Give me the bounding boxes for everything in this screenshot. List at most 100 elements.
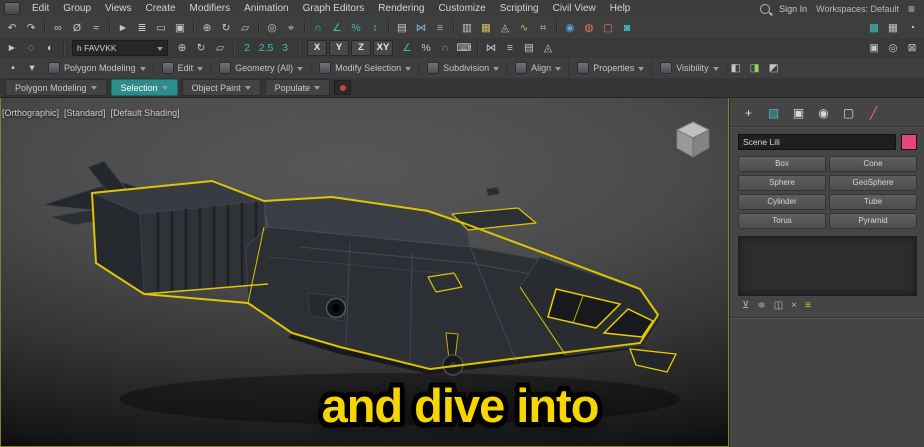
angle-snap-toggle-icon[interactable]: ∠ [398, 40, 416, 56]
select-manipulate-icon[interactable]: ⌖ [282, 20, 300, 36]
object-type-button[interactable]: GeoSphere [829, 175, 917, 191]
ribbon-group-button[interactable]: Properties [570, 60, 653, 76]
grid-icon[interactable]: ▦ [884, 20, 902, 36]
separator[interactable] [477, 41, 478, 55]
ribbon-display-icon[interactable]: ◧ [727, 60, 745, 76]
axis-constraint-button[interactable]: Y [329, 40, 349, 56]
menu-item[interactable]: Views [98, 3, 139, 14]
menu-item[interactable]: Animation [237, 3, 295, 14]
ribbon-group-button[interactable]: Edit [155, 60, 212, 76]
user-account-icon[interactable]: ◔ [903, 20, 921, 36]
lock-selection-icon[interactable]: ⊠ [903, 40, 921, 56]
redo-icon[interactable]: ↷ [22, 20, 40, 36]
named-selection-combo[interactable]: h FAVVKK [72, 40, 168, 56]
paint-selection-icon[interactable]: ◐ [41, 40, 59, 56]
separator[interactable] [233, 41, 234, 55]
menu-item[interactable]: Group [56, 3, 98, 14]
menu-item[interactable]: Rendering [371, 3, 431, 14]
sign-in-button[interactable]: Sign In [779, 4, 807, 14]
separator[interactable] [193, 21, 194, 34]
help-cube-icon[interactable]: ▩ [865, 20, 883, 36]
percent-snap-toggle-icon[interactable]: % [417, 40, 435, 56]
ribbon-group-button[interactable]: Align [508, 60, 570, 76]
snap-25d-icon[interactable]: 2.5 [257, 40, 275, 56]
object-type-button[interactable]: Tube [829, 194, 917, 210]
motion-tab-icon[interactable]: ◉ [815, 106, 832, 121]
separator[interactable] [304, 21, 305, 34]
axis-constraint-button[interactable]: XY [373, 40, 393, 56]
material-editor-icon[interactable]: ◉ [561, 20, 579, 36]
separator[interactable] [109, 21, 110, 34]
window-crossing-icon[interactable]: ▣ [171, 20, 189, 36]
select-object-icon[interactable]: ► [114, 20, 132, 36]
use-pivot-center-icon[interactable]: ◎ [263, 20, 281, 36]
percent-snap-icon[interactable]: % [347, 20, 365, 36]
select-move-icon[interactable]: ⊕ [198, 20, 216, 36]
separator[interactable] [453, 21, 454, 34]
select-by-name-icon[interactable]: ≣ [133, 20, 151, 36]
align-icon[interactable]: ≡ [431, 20, 449, 36]
object-type-button[interactable]: Cone [829, 156, 917, 172]
object-type-button[interactable]: Cylinder [738, 194, 826, 210]
ribbon-group-button[interactable]: Visibility [653, 60, 727, 76]
axis-constraint-button[interactable]: Z [351, 40, 371, 56]
menu-item[interactable]: Modifiers [183, 3, 238, 14]
select-rotate-icon[interactable]: ↻ [217, 20, 235, 36]
mirror-icon[interactable]: ⋈ [412, 20, 430, 36]
object-type-button[interactable]: Sphere [738, 175, 826, 191]
menu-item[interactable]: Scripting [493, 3, 546, 14]
graphite-tools-icon[interactable]: ◬ [539, 40, 557, 56]
angle-snap-icon[interactable]: ∠ [328, 20, 346, 36]
remove-modifier-icon[interactable]: × [791, 300, 797, 311]
record-icon[interactable] [334, 80, 352, 95]
menu-item[interactable]: Customize [431, 3, 492, 14]
menu-item[interactable]: Graph Editors [296, 3, 372, 14]
ribbon-group-button[interactable]: Modify Selection [312, 60, 420, 76]
ribbon-group-button[interactable]: Polygon Modeling [41, 60, 154, 76]
viewport-label-token[interactable]: [Default Shading] [111, 108, 180, 118]
show-end-result-icon[interactable]: ≑ [757, 300, 765, 311]
object-name-field[interactable] [738, 134, 896, 150]
viewport-label-token[interactable]: [Standard] [64, 108, 106, 118]
isolate-selection-icon[interactable]: ◎ [884, 40, 902, 56]
hierarchy-tab-icon[interactable]: ▣ [790, 106, 807, 121]
menu-item[interactable]: Create [139, 3, 183, 14]
viewport[interactable]: [Orthographic] [Standard] [Default Shading… [0, 97, 729, 447]
object-type-button[interactable]: Torus [738, 213, 826, 229]
modifier-stack-box[interactable] [738, 236, 917, 296]
ribbon-tab[interactable]: Populate [264, 79, 331, 96]
ribbon-tab[interactable]: Object Paint [181, 79, 261, 96]
spinner-snap-icon[interactable]: ↕ [366, 20, 384, 36]
separator[interactable] [556, 21, 557, 34]
magnet-snap-icon[interactable]: ∩ [436, 40, 454, 56]
utilities-tab-icon[interactable]: ╱ [865, 106, 882, 121]
bind-spacewarp-icon[interactable]: ≈ [87, 20, 105, 36]
snap-2d-icon[interactable]: 2 [238, 40, 256, 56]
separator[interactable] [63, 41, 64, 55]
curve-editor-icon[interactable]: ∿ [515, 20, 533, 36]
select-link-icon[interactable]: ∞ [49, 20, 67, 36]
view-cube[interactable] [673, 119, 713, 161]
render-setup-icon[interactable]: ◍ [580, 20, 598, 36]
scale-tool-icon[interactable]: ▱ [211, 40, 229, 56]
move-tool-icon[interactable]: ⊕ [173, 40, 191, 56]
undo-icon[interactable]: ↶ [3, 20, 21, 36]
unlink-icon[interactable]: Ø [68, 20, 86, 36]
snap-toggle-icon[interactable]: ∩ [309, 20, 327, 36]
scene-explorer-icon[interactable]: ▥ [458, 20, 476, 36]
modify-tab-icon[interactable]: ▧ [765, 106, 782, 121]
ribbon-tab[interactable]: Selection [110, 79, 178, 96]
rotate-tool-icon[interactable]: ↻ [192, 40, 210, 56]
search-icon[interactable] [760, 3, 771, 14]
axis-constraint-button[interactable]: X [307, 40, 327, 56]
ribbon-group-button[interactable]: Geometry (All) [212, 60, 312, 76]
snap-3d-icon[interactable]: 3 [276, 40, 294, 56]
ribbon-help-icon[interactable]: ◩ [765, 60, 783, 76]
align-tool-icon[interactable]: ≡ [501, 40, 519, 56]
rectangular-selection-icon[interactable]: ▭ [152, 20, 170, 36]
create-tab-icon[interactable]: + [740, 106, 757, 121]
configure-modifier-sets-icon[interactable]: ≡ [805, 300, 811, 311]
object-type-button[interactable]: Pyramid [829, 213, 917, 229]
menu-item[interactable]: Help [603, 3, 638, 14]
app-logo-icon[interactable] [4, 2, 20, 15]
